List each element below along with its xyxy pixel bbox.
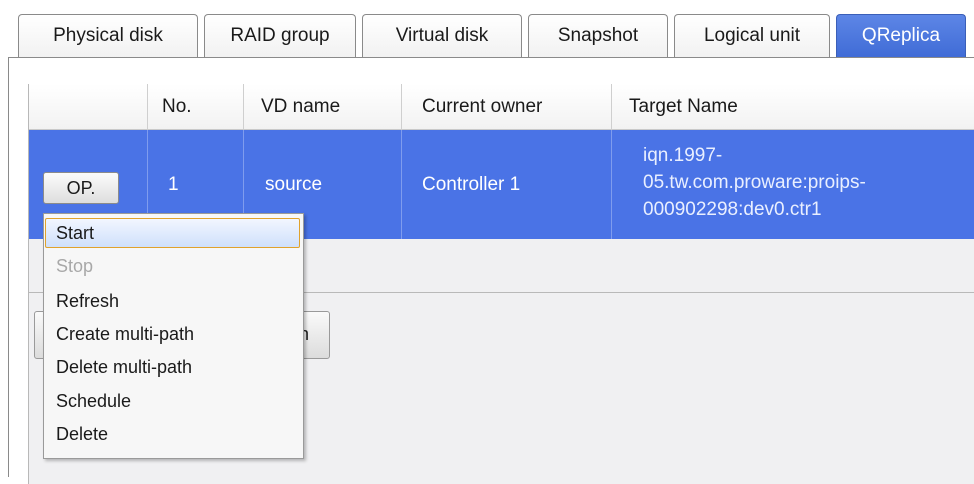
menu-item-delete[interactable]: Delete	[56, 422, 108, 446]
op-context-menu: Start Stop Refresh Create multi-path Del…	[43, 213, 304, 459]
op-button[interactable]: OP.	[43, 172, 119, 204]
menu-item-refresh[interactable]: Refresh	[56, 289, 119, 313]
tab-logical-unit[interactable]: Logical unit	[674, 14, 830, 58]
tab-raid-group[interactable]: RAID group	[204, 14, 356, 58]
cell-vd-name-value: source	[265, 174, 323, 195]
cell-target-name-value: iqn.1997- 05.tw.com.proware:proips- 0009…	[643, 142, 963, 223]
menu-item-schedule[interactable]: Schedule	[56, 389, 131, 413]
column-header-no[interactable]: No.	[147, 84, 243, 130]
column-header-op	[29, 84, 147, 130]
column-header-current-owner[interactable]: Current owner	[401, 84, 611, 130]
column-header-vd-name[interactable]: VD name	[243, 84, 401, 130]
tab-qreplica[interactable]: QReplica	[836, 14, 966, 58]
menu-item-delete-multi-path[interactable]: Delete multi-path	[56, 355, 192, 379]
menu-item-stop: Stop	[56, 256, 94, 276]
target-line-1: iqn.1997-	[643, 145, 723, 166]
tab-snapshot[interactable]: Snapshot	[528, 14, 668, 58]
tab-physical-disk[interactable]: Physical disk	[18, 14, 198, 58]
menu-item-start[interactable]: Start	[56, 221, 94, 245]
cell-no-value: 1	[168, 174, 179, 195]
tab-virtual-disk[interactable]: Virtual disk	[362, 14, 522, 58]
cell-current-owner: Controller 1	[401, 130, 611, 239]
column-header-target-name[interactable]: Target Name	[611, 84, 974, 130]
target-line-2: 05.tw.com.proware:proips-	[643, 172, 866, 193]
target-line-3: 000902298:dev0.ctr1	[643, 199, 822, 220]
cell-owner-value: Controller 1	[422, 174, 521, 195]
menu-item-create-multi-path[interactable]: Create multi-path	[56, 322, 194, 346]
